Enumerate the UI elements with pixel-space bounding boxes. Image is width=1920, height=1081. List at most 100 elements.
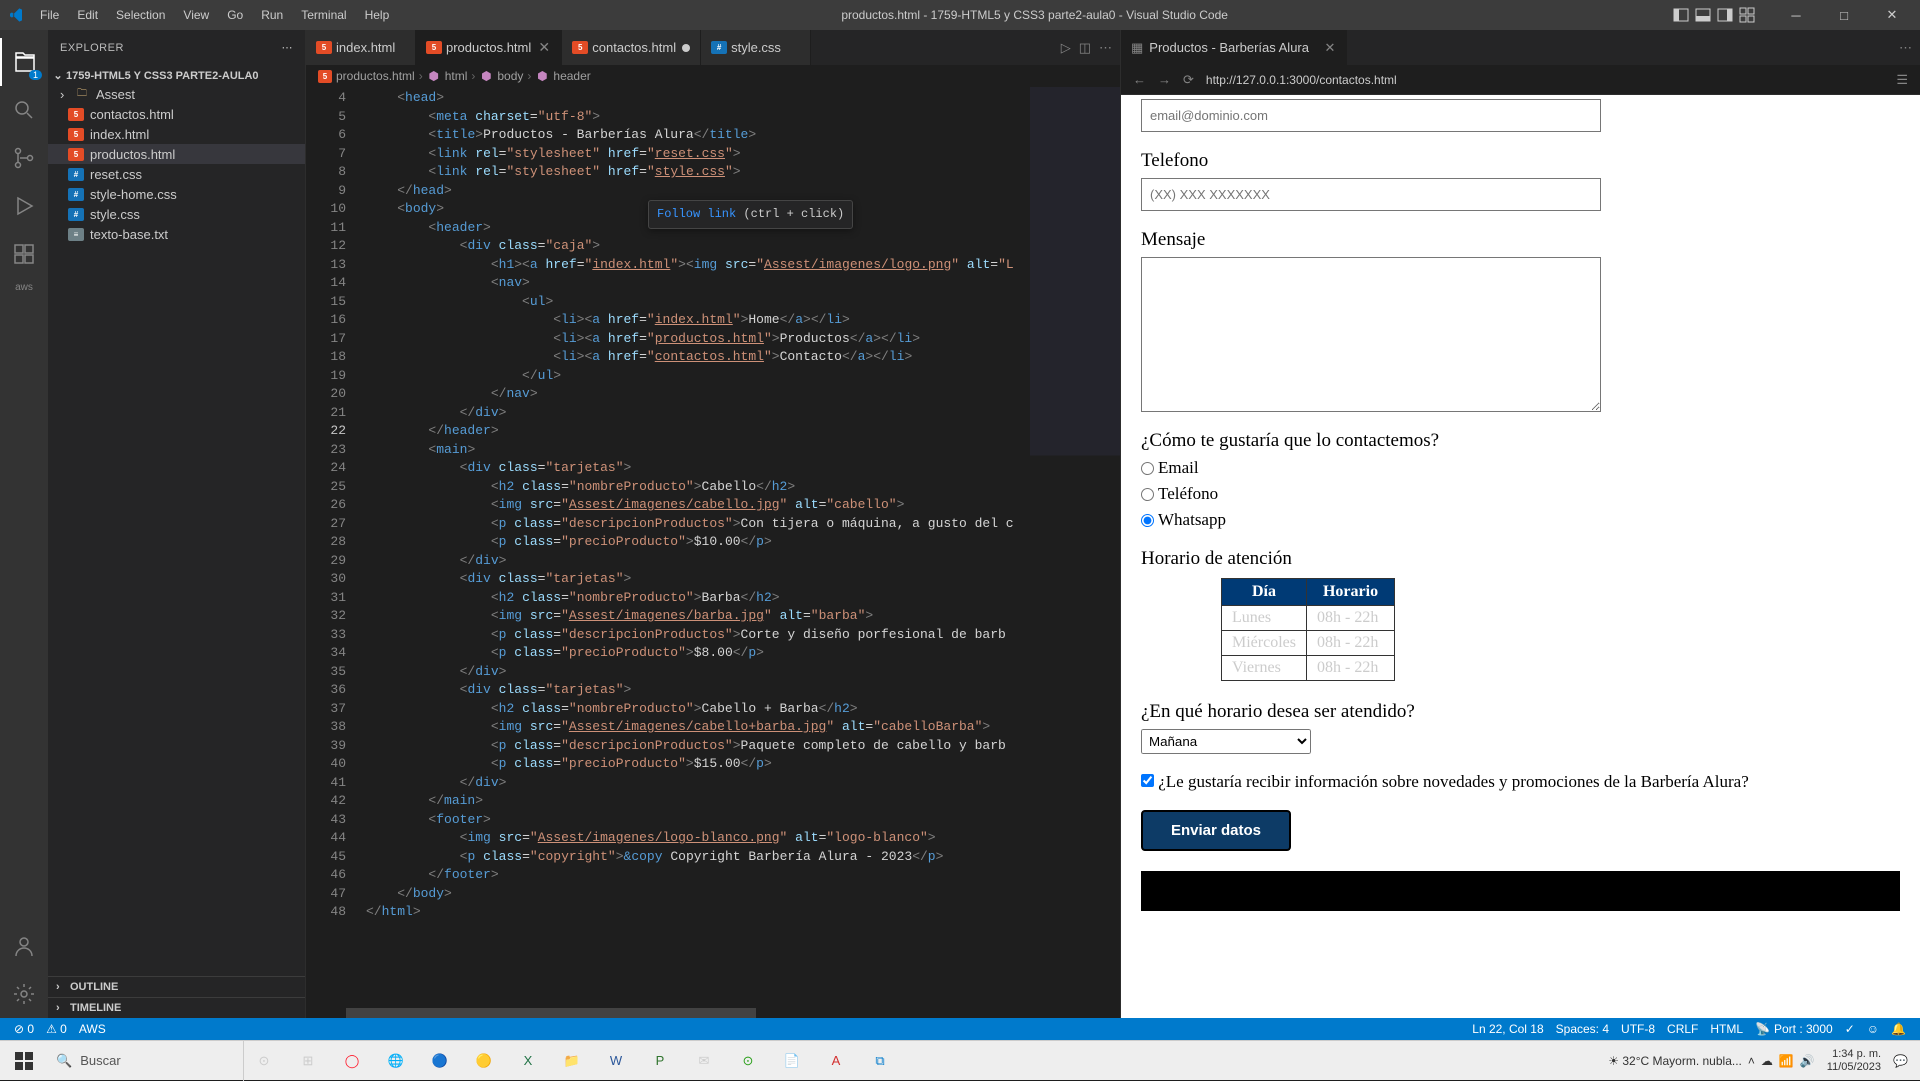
status-errors[interactable]: ⊘ 0 <box>8 1022 40 1036</box>
extensions-icon[interactable] <box>0 230 48 278</box>
mail-icon[interactable]: ✉ <box>684 1041 724 1081</box>
menu-help[interactable]: Help <box>357 4 398 26</box>
maximize-button[interactable]: □ <box>1824 0 1864 30</box>
radio-email[interactable] <box>1141 462 1154 475</box>
quickbooks-icon[interactable]: ⊙ <box>728 1041 768 1081</box>
status-prettier[interactable]: ✓ <box>1839 1022 1861 1036</box>
time-select[interactable]: Mañana <box>1141 729 1311 754</box>
word-icon[interactable]: W <box>596 1041 636 1081</box>
menu-go[interactable]: Go <box>219 4 251 26</box>
start-button[interactable] <box>4 1041 44 1081</box>
status-cursor-pos[interactable]: Ln 22, Col 18 <box>1466 1022 1549 1036</box>
status-bell-icon[interactable]: 🔔 <box>1885 1022 1912 1036</box>
file-productos[interactable]: 5productos.html <box>48 144 305 164</box>
code-editor[interactable]: 4567891011121314151617181920212223242526… <box>306 87 1120 1008</box>
newsletter-checkbox[interactable] <box>1141 774 1154 787</box>
file-texto-base[interactable]: ≡texto-base.txt <box>48 224 305 244</box>
close-icon[interactable]: ✕ <box>1323 41 1337 55</box>
taskbar-clock[interactable]: 1:34 p. m. 11/05/2023 <box>1821 1048 1887 1074</box>
file-index[interactable]: 5index.html <box>48 124 305 144</box>
mensaje-field[interactable] <box>1141 257 1601 412</box>
onedrive-icon[interactable]: ☁ <box>1761 1054 1773 1068</box>
menu-terminal[interactable]: Terminal <box>293 4 354 26</box>
run-code-icon[interactable]: ▷ <box>1061 40 1071 56</box>
status-aws[interactable]: AWS <box>73 1022 112 1036</box>
browser-content[interactable]: Telefono Mensaje ¿Cómo te gustaría que l… <box>1121 95 1920 1018</box>
volume-icon[interactable]: 🔊 <box>1800 1054 1815 1068</box>
browser-tab[interactable]: ▦ Productos - Barberías Alura ✕ <box>1121 30 1347 65</box>
telefono-field[interactable] <box>1141 178 1601 211</box>
accounts-icon[interactable] <box>0 922 48 970</box>
search-icon[interactable] <box>0 86 48 134</box>
vscode-taskbar-icon[interactable]: ⧉ <box>860 1041 900 1081</box>
status-warnings[interactable]: ⚠ 0 <box>40 1022 73 1036</box>
folder-assest[interactable]: › 🗀 Assest <box>48 84 305 104</box>
chrome-icon[interactable]: 🔵 <box>420 1041 460 1081</box>
taskbar-search[interactable]: 🔍Buscar <box>44 1041 244 1081</box>
customize-layout-icon[interactable] <box>1738 6 1756 24</box>
toggle-secondary-sidebar-icon[interactable] <box>1716 6 1734 24</box>
minimize-button[interactable]: ─ <box>1776 0 1816 30</box>
notifications-icon[interactable]: 💬 <box>1893 1054 1908 1068</box>
source-control-icon[interactable] <box>0 134 48 182</box>
explorer-icon[interactable]: 1 <box>0 38 48 86</box>
chrome-canary-icon[interactable]: 🟡 <box>464 1041 504 1081</box>
file-style-css[interactable]: #style.css <box>48 204 305 224</box>
edge-icon[interactable]: 🌐 <box>376 1041 416 1081</box>
reload-icon[interactable]: ⟳ <box>1183 72 1194 88</box>
workspace-root[interactable]: ⌄ 1759-HTML5 Y CSS3 PARTE2-AULA0 <box>48 67 305 84</box>
explorer-more-icon[interactable]: ⋯ <box>282 41 294 54</box>
forward-icon[interactable]: → <box>1158 72 1171 87</box>
project-icon[interactable]: P <box>640 1041 680 1081</box>
file-style-home-css[interactable]: #style-home.css <box>48 184 305 204</box>
wifi-icon[interactable]: 📶 <box>1779 1054 1794 1068</box>
timeline-section[interactable]: ›TIMELINE <box>48 997 305 1018</box>
minimap[interactable] <box>1030 87 1120 1008</box>
settings-gear-icon[interactable] <box>0 970 48 1018</box>
back-icon[interactable]: ← <box>1133 72 1146 87</box>
menu-selection[interactable]: Selection <box>108 4 173 26</box>
radio-whatsapp[interactable] <box>1141 514 1154 527</box>
tab-contactos[interactable]: 5contactos.html <box>562 30 701 65</box>
email-field[interactable] <box>1141 99 1601 132</box>
toggle-primary-sidebar-icon[interactable] <box>1672 6 1690 24</box>
split-editor-icon[interactable]: ◫ <box>1079 40 1091 56</box>
run-debug-icon[interactable] <box>0 182 48 230</box>
close-icon[interactable]: ✕ <box>537 41 551 55</box>
menu-run[interactable]: Run <box>253 4 291 26</box>
breadcrumb[interactable]: 5productos.html › ⬢html › ⬢body › ⬢heade… <box>306 65 1120 87</box>
status-encoding[interactable]: UTF-8 <box>1615 1022 1661 1036</box>
horizontal-scrollbar[interactable] <box>306 1008 1120 1018</box>
aws-icon[interactable]: aws <box>15 282 33 293</box>
opera-icon[interactable]: ◯ <box>332 1041 372 1081</box>
more-actions-icon[interactable]: ⋯ <box>1899 40 1912 56</box>
menu-file[interactable]: File <box>32 4 67 26</box>
cortana-icon[interactable]: ⊙ <box>244 1041 284 1081</box>
file-reset-css[interactable]: #reset.css <box>48 164 305 184</box>
status-language[interactable]: HTML <box>1704 1022 1749 1036</box>
autocad-icon[interactable]: A <box>816 1041 856 1081</box>
more-actions-icon[interactable]: ⋯ <box>1099 40 1112 56</box>
task-view-icon[interactable]: ⊞ <box>288 1041 328 1081</box>
tab-productos[interactable]: 5productos.html✕ <box>416 30 562 65</box>
status-port[interactable]: 📡Port : 3000 <box>1749 1022 1839 1036</box>
status-feedback-icon[interactable]: ☺ <box>1861 1022 1885 1036</box>
notepad-icon[interactable]: 📄 <box>772 1041 812 1081</box>
tray-chevron-icon[interactable]: ˄ <box>1748 1054 1755 1068</box>
outline-section[interactable]: ›OUTLINE <box>48 976 305 997</box>
url-bar[interactable]: http://127.0.0.1:3000/contactos.html <box>1206 73 1884 87</box>
excel-icon[interactable]: X <box>508 1041 548 1081</box>
tab-style-css[interactable]: #style.css <box>701 30 811 65</box>
submit-button[interactable]: Enviar datos <box>1141 810 1291 851</box>
toggle-panel-icon[interactable] <box>1694 6 1712 24</box>
menu-view[interactable]: View <box>175 4 217 26</box>
menu-edit[interactable]: Edit <box>69 4 106 26</box>
file-contactos[interactable]: 5contactos.html <box>48 104 305 124</box>
status-eol[interactable]: CRLF <box>1661 1022 1704 1036</box>
file-explorer-icon[interactable]: 📁 <box>552 1041 592 1081</box>
browser-menu-icon[interactable]: ☰ <box>1896 72 1908 88</box>
radio-telefono[interactable] <box>1141 488 1154 501</box>
tab-index[interactable]: 5index.html <box>306 30 416 65</box>
weather-widget[interactable]: ☀ 32°C Mayorm. nubla... <box>1608 1054 1742 1068</box>
status-spaces[interactable]: Spaces: 4 <box>1550 1022 1615 1036</box>
